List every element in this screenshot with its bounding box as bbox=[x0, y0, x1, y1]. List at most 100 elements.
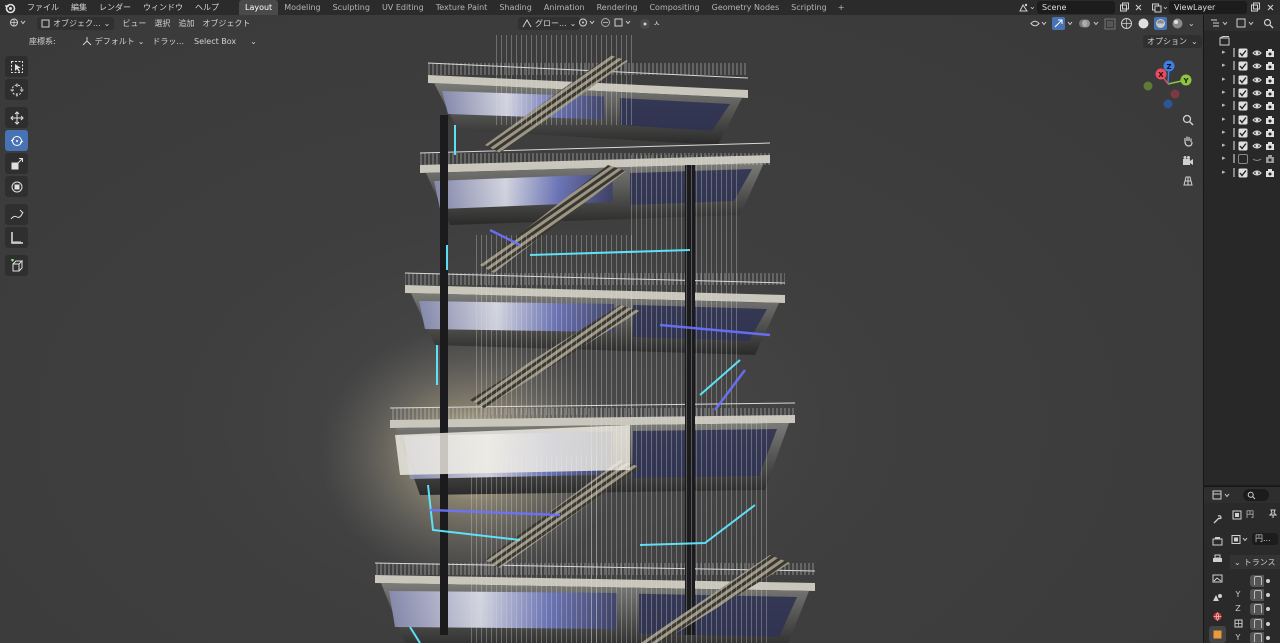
render-camera-icon[interactable] bbox=[1265, 128, 1275, 138]
annotate-tool[interactable] bbox=[5, 204, 28, 225]
eye-visibility-icon[interactable] bbox=[1252, 101, 1262, 111]
3d-viewport[interactable]: オブジェク... ⌄ ビュー 選択 追加 オブジェクト グロー... ⌄ ㅅ ⌄… bbox=[0, 15, 1203, 643]
tab-object[interactable] bbox=[1209, 626, 1226, 643]
expand-arrow-icon[interactable]: ▸ bbox=[1222, 115, 1226, 123]
scale-tool[interactable] bbox=[5, 153, 28, 174]
rotate-tool[interactable] bbox=[5, 130, 28, 151]
keyframe-dot-icon[interactable] bbox=[1266, 579, 1270, 583]
proportional-edit[interactable]: ㅅ bbox=[636, 17, 664, 30]
menu-object[interactable]: オブジェクト bbox=[198, 17, 254, 30]
mode-dropdown[interactable]: オブジェク... ⌄ bbox=[37, 17, 115, 30]
move-tool[interactable] bbox=[5, 107, 28, 128]
pan-button[interactable] bbox=[1179, 132, 1196, 149]
eye-visibility-icon[interactable] bbox=[1252, 115, 1262, 125]
view-layer-dropdown-arrow-icon[interactable]: ⌄ bbox=[1162, 2, 1169, 11]
material-preview-icon[interactable] bbox=[1154, 17, 1167, 30]
menu-help[interactable]: ヘルプ bbox=[189, 0, 225, 15]
tab-render[interactable] bbox=[1209, 533, 1226, 550]
lock-icon[interactable] bbox=[1254, 590, 1262, 599]
tab-view-layer[interactable] bbox=[1209, 570, 1226, 587]
cursor-tool[interactable] bbox=[5, 79, 28, 100]
menu-view[interactable]: ビュー bbox=[118, 17, 150, 30]
outliner-row[interactable]: ▸ bbox=[1204, 114, 1280, 127]
tab-compositing[interactable]: Compositing bbox=[643, 0, 705, 15]
menu-render[interactable]: レンダー bbox=[93, 0, 137, 15]
checkbox-icon[interactable] bbox=[1238, 128, 1248, 138]
tab-world[interactable] bbox=[1209, 608, 1226, 625]
tab-modeling[interactable]: Modeling bbox=[278, 0, 326, 15]
eye-visibility-icon[interactable] bbox=[1252, 88, 1262, 98]
remove-view-layer-icon[interactable] bbox=[1265, 2, 1276, 13]
tab-scene[interactable] bbox=[1209, 589, 1226, 606]
scene-collection-icon[interactable] bbox=[1219, 36, 1230, 46]
eye-visibility-icon[interactable] bbox=[1252, 75, 1262, 85]
add-workspace-button[interactable]: + bbox=[833, 0, 850, 15]
expand-arrow-icon[interactable]: ▸ bbox=[1222, 101, 1226, 109]
expand-arrow-icon[interactable]: ▸ bbox=[1222, 75, 1226, 83]
expand-arrow-icon[interactable]: ▸ bbox=[1222, 48, 1226, 56]
navigation-gizmo[interactable]: Y Z X bbox=[1138, 58, 1198, 113]
expand-arrow-icon[interactable]: ▸ bbox=[1222, 141, 1226, 149]
menu-window[interactable]: ウィンドウ bbox=[137, 0, 189, 15]
blender-logo-icon[interactable] bbox=[3, 1, 17, 15]
lock-icon[interactable] bbox=[1254, 619, 1262, 628]
camera-view-button[interactable] bbox=[1179, 152, 1196, 169]
eye-visibility-icon[interactable] bbox=[1252, 61, 1262, 71]
render-camera-icon[interactable] bbox=[1265, 101, 1275, 111]
pin-icon[interactable] bbox=[1268, 509, 1278, 519]
eye-visibility-icon[interactable] bbox=[1252, 48, 1262, 58]
render-camera-icon[interactable] bbox=[1265, 154, 1275, 164]
coordinate-system-dropdown[interactable]: デフォルト ⌄ bbox=[78, 35, 149, 48]
lock-icon[interactable] bbox=[1254, 604, 1262, 613]
expand-arrow-icon[interactable]: ▸ bbox=[1222, 128, 1226, 136]
checkbox-icon[interactable] bbox=[1238, 101, 1248, 111]
checkbox-icon[interactable] bbox=[1238, 48, 1248, 58]
properties-editor-type-icon[interactable] bbox=[1212, 490, 1232, 501]
falloff-label[interactable]: ㅅ bbox=[653, 17, 660, 30]
tab-output[interactable] bbox=[1209, 551, 1226, 568]
menu-edit[interactable]: 編集 bbox=[65, 0, 93, 15]
tab-scripting[interactable]: Scripting bbox=[785, 0, 833, 15]
outliner-row[interactable]: ▸ bbox=[1204, 140, 1280, 153]
duplicate-view-layer-icon[interactable] bbox=[1250, 2, 1261, 13]
outliner-row[interactable]: ▸ bbox=[1204, 153, 1280, 166]
render-camera-icon[interactable] bbox=[1265, 88, 1275, 98]
remove-scene-icon[interactable] bbox=[1133, 2, 1144, 13]
outliner-row[interactable]: ▸ bbox=[1204, 127, 1280, 140]
checkbox-icon[interactable] bbox=[1238, 168, 1248, 178]
solid-shading-icon[interactable] bbox=[1137, 17, 1150, 30]
snap-buttons[interactable] bbox=[596, 17, 636, 30]
keyframe-dot-icon[interactable] bbox=[1266, 622, 1270, 626]
expand-arrow-icon[interactable]: ▸ bbox=[1222, 168, 1226, 176]
rendered-shading-icon[interactable] bbox=[1171, 17, 1184, 30]
outliner-row[interactable]: ▸ bbox=[1204, 60, 1280, 73]
tab-geometry-nodes[interactable]: Geometry Nodes bbox=[706, 0, 785, 15]
transform-orientation-dropdown[interactable]: グロー... ⌄ bbox=[518, 17, 581, 30]
expand-arrow-icon[interactable]: ▸ bbox=[1222, 88, 1226, 96]
gizmo-neg-z-axis[interactable] bbox=[1163, 99, 1173, 109]
duplicate-scene-icon[interactable] bbox=[1119, 2, 1130, 13]
scene-dropdown-arrow-icon[interactable]: ⌄ bbox=[1029, 2, 1036, 11]
properties-search-field[interactable] bbox=[1243, 489, 1269, 501]
outliner-editor-type-icon[interactable] bbox=[1210, 18, 1230, 29]
transform-panel-header[interactable]: ⌄ トランス bbox=[1230, 555, 1280, 569]
tab-texture-paint[interactable]: Texture Paint bbox=[430, 0, 494, 15]
search-icon[interactable] bbox=[1263, 18, 1274, 29]
scene-icon[interactable] bbox=[1018, 2, 1029, 13]
view-layer-name-field[interactable]: ViewLayer bbox=[1169, 1, 1247, 14]
menu-file[interactable]: ファイル bbox=[21, 0, 65, 15]
eye-visibility-icon[interactable] bbox=[1252, 141, 1262, 151]
perspective-toggle-button[interactable] bbox=[1179, 172, 1196, 189]
checkbox-icon[interactable] bbox=[1238, 141, 1248, 151]
transform-tool[interactable] bbox=[5, 176, 28, 197]
keyframe-dot-icon[interactable] bbox=[1266, 593, 1270, 597]
eye-visibility-icon[interactable] bbox=[1252, 154, 1262, 164]
outliner-row[interactable]: ▸ bbox=[1204, 87, 1280, 100]
menu-select[interactable]: 選択 bbox=[150, 17, 174, 30]
expand-arrow-icon[interactable]: ▸ bbox=[1222, 154, 1226, 162]
render-camera-icon[interactable] bbox=[1265, 48, 1275, 58]
render-camera-icon[interactable] bbox=[1265, 75, 1275, 85]
render-camera-icon[interactable] bbox=[1265, 141, 1275, 151]
object-type-dropdown-icon[interactable] bbox=[1231, 534, 1249, 545]
eye-visibility-icon[interactable] bbox=[1252, 168, 1262, 178]
